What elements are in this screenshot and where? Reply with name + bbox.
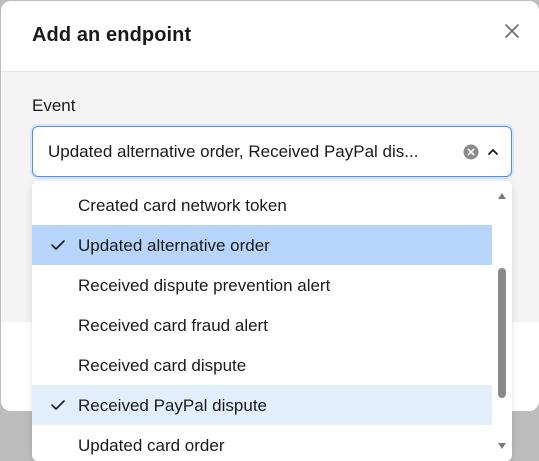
dropdown-option-label: Updated card order <box>78 436 225 455</box>
dropdown-option[interactable]: Received PayPal dispute <box>32 385 492 425</box>
modal-header: Add an endpoint <box>1 1 539 72</box>
scroll-up-arrow-icon[interactable] <box>497 187 507 199</box>
dropdown-option-label: Received card fraud alert <box>78 316 268 335</box>
checkmark-icon <box>51 400 65 410</box>
dropdown-option[interactable]: Received card fraud alert <box>32 305 492 345</box>
dropdown-option[interactable]: Updated alternative order <box>32 225 492 265</box>
dropdown-option[interactable]: Received dispute prevention alert <box>32 265 492 305</box>
chevron-up-icon[interactable] <box>486 145 500 159</box>
event-dropdown-list: Created card network token Updated altern… <box>32 181 512 461</box>
dropdown-option-label: Received PayPal dispute <box>78 396 268 415</box>
event-label: Event <box>32 96 76 115</box>
dropdown-option[interactable]: Received card dispute <box>32 345 492 385</box>
dropdown-option-label: Received card dispute <box>78 356 247 375</box>
modal-title: Add an endpoint <box>32 24 192 46</box>
dropdown-scrollbar[interactable] <box>492 181 512 461</box>
clear-circle-icon[interactable] <box>463 144 479 160</box>
dropdown-option[interactable]: Created card network token <box>32 185 492 225</box>
scrollbar-thumb[interactable] <box>498 268 506 398</box>
dropdown-option-label: Updated alternative order <box>78 236 270 255</box>
event-select[interactable]: Updated alternative order, Received PayP… <box>32 126 512 177</box>
dropdown-option-label: Created card network token <box>78 196 287 215</box>
close-icon[interactable] <box>502 21 522 41</box>
dropdown-option-label: Received dispute prevention alert <box>78 276 331 295</box>
event-select-value: Updated alternative order, Received PayP… <box>48 142 419 161</box>
scroll-down-arrow-icon[interactable] <box>497 437 507 449</box>
checkmark-icon <box>51 240 65 250</box>
